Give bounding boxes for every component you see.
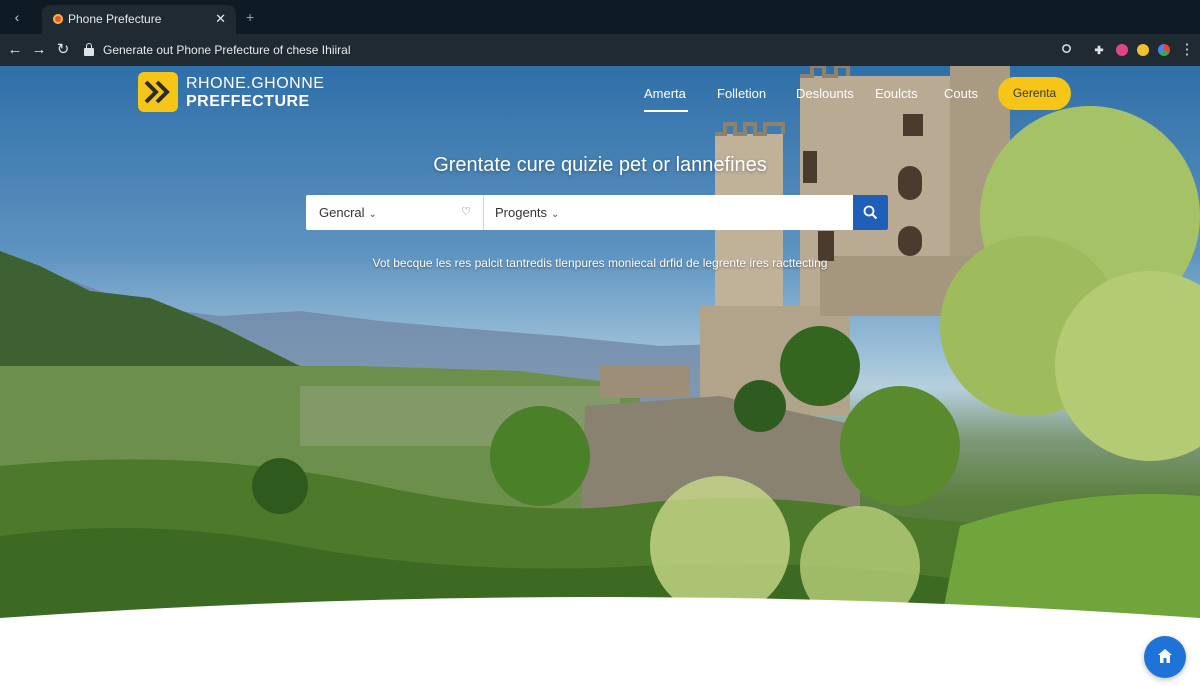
browser-tab-bar: ‹ Phone Prefecture ✕ +: [0, 0, 1200, 34]
tab-title: Phone Prefecture: [68, 12, 162, 26]
search-bar: Gencral ⌄ ♡ Progents ⌄: [306, 195, 888, 230]
chevron-down-icon: ⌄: [551, 209, 560, 220]
extension-pink-icon[interactable]: [1116, 44, 1128, 56]
extension-yellow-icon[interactable]: [1137, 44, 1149, 56]
hero-subtitle: Vot becque les res palcit tantredis tlen…: [372, 256, 828, 270]
favicon-icon: [53, 14, 63, 24]
forward-arrow-icon[interactable]: →: [30, 40, 48, 60]
back-arrow-icon[interactable]: ←: [6, 40, 24, 60]
reload-icon[interactable]: ↻: [54, 40, 72, 60]
profile-icon[interactable]: [1158, 44, 1170, 56]
nav-link-eoulcts[interactable]: Eoulcts: [875, 86, 918, 101]
new-tab-button[interactable]: +: [246, 9, 254, 25]
projects-select-label: Progents: [495, 205, 548, 220]
nav-active-indicator: [644, 110, 688, 112]
address-bar[interactable]: Generate out Phone Prefecture of chese I…: [78, 38, 1084, 62]
tab-scroll-back-icon[interactable]: ‹: [8, 8, 26, 26]
projects-select[interactable]: Progents ⌄: [484, 195, 852, 230]
extensions-icon[interactable]: [1093, 43, 1105, 55]
cta-button[interactable]: Gerenta: [998, 77, 1071, 110]
hero-section: RHONE.GHONNE PREFFECTURE Amerta Folletio…: [0, 66, 1200, 686]
brand-name-line2: PREFFECTURE: [186, 93, 310, 110]
nav-link-couts[interactable]: Couts: [944, 86, 978, 101]
browser-tab[interactable]: Phone Prefecture ✕: [42, 5, 236, 34]
chevron-down-icon: ⌄: [368, 209, 377, 220]
nav-link-amerta[interactable]: Amerta: [644, 86, 686, 101]
home-fab-button[interactable]: [1144, 636, 1186, 678]
lock-icon: [84, 43, 94, 56]
category-select-label: Gencral: [319, 205, 365, 220]
brand-name-line1: RHONE.GHONNE: [186, 75, 325, 92]
home-icon: [1158, 649, 1172, 663]
brand-chevron-icon: [138, 72, 178, 112]
hero-title: Grentate cure quizie pet or lannefines: [433, 154, 767, 176]
menu-kebab-icon[interactable]: ⋮: [1178, 40, 1196, 60]
category-select[interactable]: Gencral ⌄ ♡: [306, 195, 484, 230]
heart-icon[interactable]: ♡: [461, 195, 471, 230]
url-text[interactable]: Generate out Phone Prefecture of chese I…: [103, 43, 350, 57]
zoom-icon[interactable]: [1061, 43, 1073, 55]
tab-close-icon[interactable]: ✕: [215, 11, 226, 27]
search-button[interactable]: [853, 195, 888, 230]
nav-link-folletion[interactable]: Folletion: [717, 86, 766, 101]
nav-link-deslounts[interactable]: Deslounts: [796, 86, 854, 101]
browser-toolbar: ← → ↻ Generate out Phone Prefecture of c…: [0, 34, 1200, 66]
search-icon: [863, 205, 878, 220]
